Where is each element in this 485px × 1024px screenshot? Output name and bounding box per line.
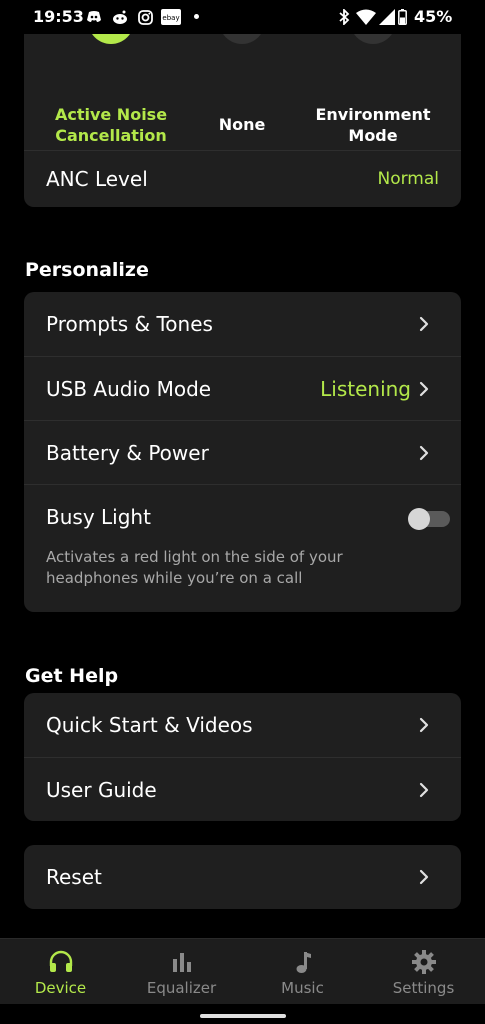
battery-power-label: Battery & Power (46, 441, 209, 465)
music-note-icon (296, 952, 311, 973)
reset-label: Reset (46, 865, 102, 889)
quick-start-row[interactable]: Quick Start & Videos (24, 693, 461, 757)
reset-card: Reset (24, 845, 461, 909)
usb-audio-mode-label: USB Audio Mode (46, 377, 212, 401)
noise-mode-card: Active Noise Cancellation None Environme… (24, 34, 461, 207)
busy-light-row: Busy Light Activates a red light on the … (24, 484, 461, 612)
headphones-icon (49, 950, 73, 972)
home-gesture-handle[interactable] (200, 1014, 286, 1018)
mode-anc-label: Active Noise Cancellation (54, 105, 168, 145)
chevron-right-icon (419, 717, 429, 733)
nav-device[interactable]: Device (0, 939, 121, 1005)
nav-equalizer-label: Equalizer (146, 979, 217, 997)
chevron-right-icon (419, 445, 429, 461)
chevron-right-icon (419, 316, 429, 332)
personalize-heading: Personalize (25, 259, 149, 281)
wifi-icon (356, 9, 376, 25)
busy-light-description: Activates a red light on the side of you… (46, 548, 343, 587)
device-screen[interactable]: Active Noise Cancellation None Environme… (0, 34, 485, 938)
anc-level-label: ANC Level (46, 167, 148, 191)
nav-settings[interactable]: Settings (363, 939, 484, 1005)
anc-level-row[interactable]: ANC Level Normal (24, 150, 461, 207)
status-time: 19:53 (33, 7, 84, 26)
nav-equalizer[interactable]: Equalizer (121, 939, 242, 1005)
discord-icon (86, 9, 102, 25)
mode-anc-button[interactable] (88, 34, 134, 44)
get-help-heading: Get Help (25, 665, 119, 687)
svg-text:ebay: ebay (162, 14, 179, 22)
mode-environment-button[interactable] (350, 34, 396, 44)
ebay-icon: ebay (161, 9, 181, 25)
notification-dot (194, 14, 199, 19)
get-help-card: Quick Start & Videos User Guide (24, 693, 461, 821)
nav-settings-label: Settings (392, 979, 455, 997)
prompts-tones-row[interactable]: Prompts & Tones (24, 292, 461, 356)
battery-percent: 45% (414, 7, 453, 26)
user-guide-row[interactable]: User Guide (24, 757, 461, 821)
nav-music[interactable]: Music (242, 939, 363, 1005)
nav-music-label: Music (281, 979, 324, 997)
battery-icon (397, 9, 407, 25)
gesture-bar (0, 1004, 485, 1024)
instagram-icon (137, 9, 153, 25)
chevron-right-icon (419, 782, 429, 798)
reset-row[interactable]: Reset (24, 845, 461, 909)
equalizer-icon (173, 953, 191, 972)
usb-audio-mode-value: Listening (320, 377, 411, 401)
nav-device-label: Device (34, 979, 87, 997)
anc-level-value: Normal (377, 169, 439, 189)
quick-start-label: Quick Start & Videos (46, 713, 253, 737)
mode-none-button[interactable] (219, 34, 265, 44)
toggle-knob (408, 508, 430, 530)
reddit-icon (112, 9, 128, 25)
user-guide-label: User Guide (46, 778, 157, 802)
busy-light-label: Busy Light (46, 505, 151, 529)
bottom-navigation: Device Equalizer Music Settings (0, 938, 485, 1004)
battery-power-row[interactable]: Battery & Power (24, 420, 461, 484)
usb-audio-mode-row[interactable]: USB Audio Mode Listening (24, 356, 461, 420)
chevron-right-icon (419, 381, 429, 397)
chevron-right-icon (419, 869, 429, 885)
status-bar: 19:53 ebay 45% (0, 0, 485, 34)
busy-light-toggle[interactable] (408, 508, 450, 530)
bluetooth-icon (336, 9, 352, 25)
mode-none-label: None (218, 115, 266, 134)
gear-icon (412, 950, 436, 974)
personalize-card: Prompts & Tones USB Audio Mode Listening… (24, 292, 461, 612)
mode-environment-label: Environment Mode (315, 105, 431, 145)
prompts-tones-label: Prompts & Tones (46, 312, 213, 336)
signal-icon (379, 9, 395, 25)
